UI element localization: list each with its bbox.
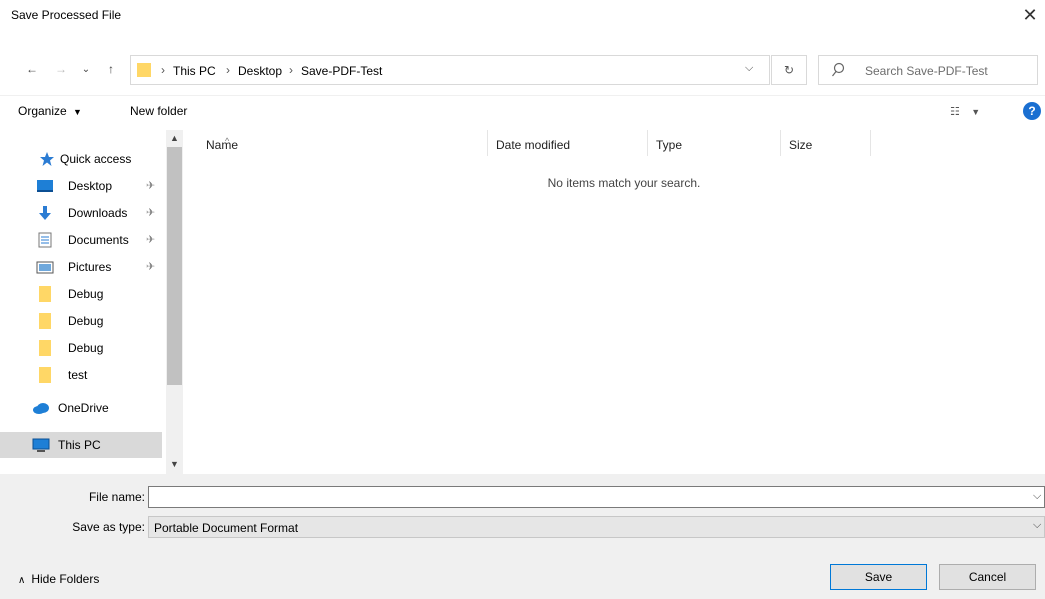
nav-item-quick-access[interactable]: Quick access <box>0 146 162 172</box>
nav-item-debug[interactable]: Debug <box>0 335 162 361</box>
empty-list-message: No items match your search. <box>547 176 701 190</box>
forward-arrow-icon: → <box>55 62 67 76</box>
hide-folders-button[interactable]: ∧ Hide Folders <box>18 572 99 586</box>
column-header-name[interactable]: Name <box>198 130 488 156</box>
hide-folders-label: Hide Folders <box>31 572 100 586</box>
cancel-button[interactable]: Cancel <box>939 564 1036 590</box>
save-button[interactable]: Save <box>830 564 927 590</box>
save-as-type-dropdown[interactable]: ⌵ <box>1033 519 1041 532</box>
breadcrumb-desktop[interactable]: Desktop <box>238 64 282 78</box>
refresh-button[interactable]: ↻ <box>771 55 807 85</box>
help-button[interactable]: ? <box>1023 102 1041 120</box>
nav-item-documents[interactable]: Documents ✈ <box>0 227 162 253</box>
nav-item-onedrive[interactable]: OneDrive <box>0 395 162 421</box>
pin-icon: ✈ <box>146 207 156 219</box>
chevron-down-icon: ⌵ <box>1033 490 1042 502</box>
title-bar <box>0 0 1045 30</box>
file-name-input[interactable] <box>148 486 1045 508</box>
breadcrumb-separator: › <box>226 63 230 77</box>
pictures-icon <box>36 261 54 274</box>
window-title: Save Processed File <box>11 8 122 22</box>
breadcrumb-separator: › <box>161 63 165 77</box>
desktop-icon <box>37 180 53 192</box>
chevron-down-icon: ⌄ <box>81 63 91 75</box>
nav-item-label: Debug <box>68 287 104 301</box>
folder-icon <box>39 367 51 383</box>
back-arrow-icon: ← <box>26 62 38 76</box>
file-name-label: File name: <box>88 490 145 504</box>
change-view-button[interactable]: ☷ ▼ <box>950 104 980 118</box>
breadcrumb-this-pc[interactable]: This PC <box>173 64 216 78</box>
chevron-down-icon: ⌵ <box>1033 519 1042 531</box>
nav-item-label: Debug <box>68 341 104 355</box>
nav-item-this-pc[interactable]: This PC <box>0 432 162 458</box>
folder-icon <box>39 313 51 329</box>
close-button[interactable]: ✕ <box>1015 0 1045 30</box>
star-pin-icon <box>40 152 54 166</box>
column-header-size[interactable]: Size <box>781 130 871 156</box>
nav-item-label: test <box>68 368 88 382</box>
nav-item-label: Debug <box>68 314 104 328</box>
nav-item-test[interactable]: test <box>0 362 162 388</box>
search-icon <box>832 62 845 77</box>
caret-down-icon: ▼ <box>971 107 981 117</box>
chevron-up-icon: ∧ <box>18 575 26 586</box>
nav-item-desktop[interactable]: Desktop ✈ <box>0 173 162 199</box>
cloud-icon <box>33 403 49 414</box>
scroll-down-button[interactable]: ▼ <box>166 456 183 472</box>
pin-icon: ✈ <box>146 180 156 192</box>
folder-icon <box>137 63 151 77</box>
nav-item-label: Pictures <box>68 260 112 274</box>
nav-item-debug[interactable]: Debug <box>0 281 162 307</box>
download-arrow-icon <box>39 206 51 220</box>
recent-locations-button[interactable]: ⌄ <box>76 58 96 80</box>
scroll-up-button[interactable]: ▲ <box>166 130 183 146</box>
nav-item-label: Desktop <box>68 179 113 193</box>
chevron-down-icon: ▼ <box>170 459 179 469</box>
back-button[interactable]: ← <box>22 58 42 80</box>
nav-item-pictures[interactable]: Pictures ✈ <box>0 254 162 280</box>
nav-item-label: Downloads <box>68 206 128 220</box>
documents-icon <box>38 232 52 248</box>
up-button[interactable]: ↑ <box>101 58 121 80</box>
nav-item-label: OneDrive <box>58 401 109 415</box>
help-icon: ? <box>1028 104 1036 118</box>
close-icon: ✕ <box>1022 4 1038 25</box>
address-bar[interactable]: › This PC › Desktop › Save-PDF-Test <box>130 55 770 85</box>
up-arrow-icon: ↑ <box>108 62 114 76</box>
nav-item-label: Documents <box>68 233 129 247</box>
nav-item-debug[interactable]: Debug <box>0 308 162 334</box>
folder-icon <box>39 340 51 356</box>
address-dropdown-button[interactable]: ⌵ <box>745 62 753 75</box>
pin-icon: ✈ <box>146 234 156 246</box>
new-folder-button[interactable]: New folder <box>130 104 187 118</box>
file-name-dropdown[interactable]: ⌵ <box>1033 490 1041 503</box>
details-view-icon: ☷ <box>950 106 960 118</box>
nav-item-label: This PC <box>58 438 101 452</box>
search-placeholder: Search Save-PDF-Test <box>865 64 988 78</box>
refresh-icon: ↻ <box>783 63 795 77</box>
save-as-type-select[interactable]: Portable Document Format <box>148 516 1045 538</box>
search-input[interactable]: Search Save-PDF-Test <box>818 55 1038 85</box>
organize-button[interactable]: Organize ▼ <box>18 104 82 118</box>
scrollbar-thumb[interactable] <box>167 147 182 385</box>
forward-button[interactable]: → <box>51 58 71 80</box>
breadcrumb-separator: › <box>289 63 293 77</box>
nav-item-downloads[interactable]: Downloads ✈ <box>0 200 162 226</box>
pin-icon: ✈ <box>146 261 156 273</box>
computer-icon <box>32 438 50 452</box>
nav-item-label: Quick access <box>60 152 132 166</box>
breadcrumb-save-pdf-test[interactable]: Save-PDF-Test <box>301 64 382 78</box>
organize-label: Organize <box>18 104 67 118</box>
column-header-date-modified[interactable]: Date modified <box>488 130 648 156</box>
sort-ascending-icon: ^ <box>225 136 230 146</box>
chevron-up-icon: ▲ <box>170 133 179 143</box>
chevron-down-icon: ⌵ <box>745 62 754 74</box>
save-as-type-label: Save as type: <box>72 520 145 534</box>
folder-icon <box>39 286 51 302</box>
column-header-type[interactable]: Type <box>648 130 781 156</box>
navigation-pane: Quick access Desktop ✈ Downloads ✈ Docum… <box>0 130 183 474</box>
caret-down-icon: ▼ <box>73 107 82 117</box>
